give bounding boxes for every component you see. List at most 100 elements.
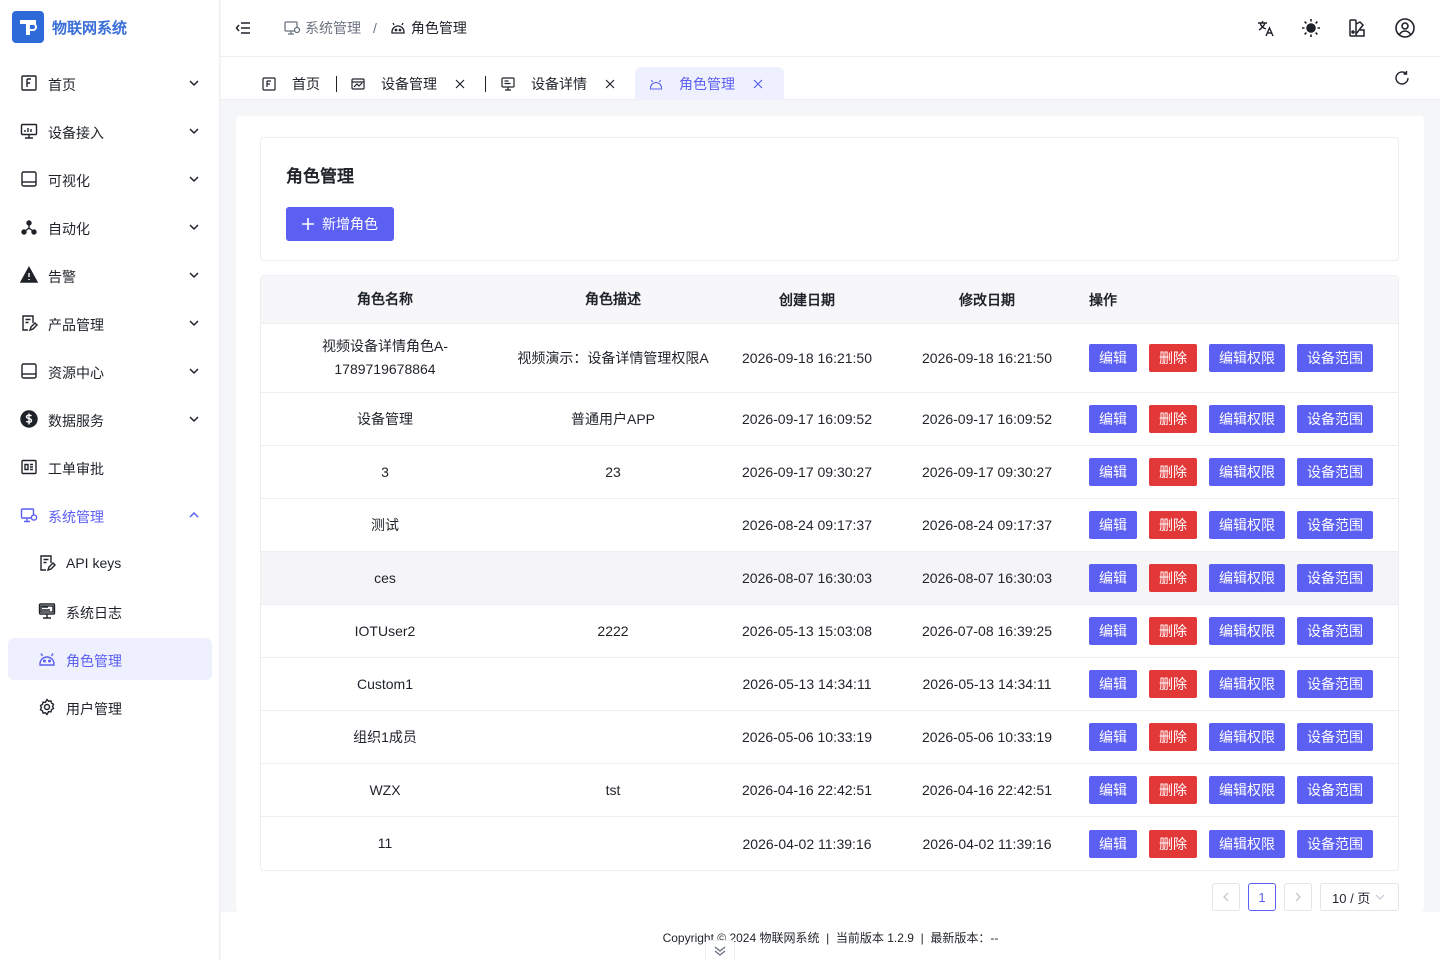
tab-device-detail[interactable]: 设备详情	[501, 67, 615, 100]
edit-button[interactable]: 编辑	[1089, 776, 1137, 804]
edit-button[interactable]: 编辑	[1089, 829, 1137, 858]
column-header[interactable]: 创建日期	[717, 290, 897, 310]
document-edit-icon	[20, 314, 38, 332]
device-scope-button[interactable]: 设备范围	[1297, 564, 1373, 592]
edit-button[interactable]: 编辑	[1089, 617, 1137, 645]
device-scope-button[interactable]: 设备范围	[1297, 458, 1373, 486]
sidebar-subitem-1[interactable]: 系统日志	[8, 590, 212, 632]
delete-button[interactable]: 删除	[1149, 344, 1197, 372]
device-scope-button[interactable]: 设备范围	[1297, 344, 1373, 372]
created-date-cell: 2026-05-13 14:34:11	[742, 676, 872, 692]
sidebar-item-0[interactable]: 首页	[8, 62, 212, 104]
edit-button[interactable]: 编辑	[1089, 564, 1137, 592]
device-scope-button[interactable]: 设备范围	[1297, 511, 1373, 539]
device-scope-button[interactable]: 设备范围	[1297, 829, 1373, 858]
edit-button[interactable]: 编辑	[1089, 405, 1137, 433]
add-role-button[interactable]: 新增角色	[286, 207, 394, 241]
column-header[interactable]: 角色描述	[509, 288, 717, 311]
sidebar-item-7[interactable]: 数据服务	[8, 398, 212, 440]
device-scope-button[interactable]: 设备范围	[1297, 670, 1373, 698]
image-icon	[351, 77, 365, 90]
edit-button[interactable]: 编辑	[1089, 670, 1137, 698]
close-icon[interactable]	[455, 79, 465, 89]
sidebar-item-label: 可视化	[48, 173, 90, 189]
modified-date-cell: 2026-09-18 16:21:50	[922, 350, 1052, 366]
translate-icon[interactable]	[1255, 17, 1277, 39]
edit-permissions-button[interactable]: 编辑权限	[1209, 723, 1285, 751]
page-number-button[interactable]: 1	[1248, 883, 1276, 911]
role-name-cell: 11	[377, 835, 393, 851]
edit-permissions-button[interactable]: 编辑权限	[1209, 511, 1285, 539]
sidebar-item-9[interactable]: 系统管理	[8, 494, 212, 536]
sidebar-item-5[interactable]: 产品管理	[8, 302, 212, 344]
logo[interactable]: 物联网系统	[12, 11, 127, 43]
collapse-sidebar-icon[interactable]	[235, 20, 251, 36]
sidebar-item-2[interactable]: 可视化	[8, 158, 212, 200]
device-scope-button[interactable]: 设备范围	[1297, 723, 1373, 751]
device-scope-button[interactable]: 设备范围	[1297, 617, 1373, 645]
device-scope-button[interactable]: 设备范围	[1297, 776, 1373, 804]
chevron-down-icon	[188, 77, 200, 89]
close-icon[interactable]	[605, 79, 615, 89]
page-size-select[interactable]: 10 / 页	[1320, 883, 1399, 911]
delete-button[interactable]: 删除	[1149, 617, 1197, 645]
sidebar-item-8[interactable]: 工单审批	[8, 446, 212, 488]
edit-button[interactable]: 编辑	[1089, 723, 1137, 751]
refresh-icon[interactable]	[1394, 70, 1410, 86]
edit-button[interactable]: 编辑	[1089, 344, 1137, 372]
edit-permissions-button[interactable]: 编辑权限	[1209, 344, 1285, 372]
delete-button[interactable]: 删除	[1149, 829, 1197, 858]
breadcrumb-item-system[interactable]: 系统管理	[283, 18, 361, 38]
delete-button[interactable]: 删除	[1149, 723, 1197, 751]
sidebar-subitem-0[interactable]: API keys	[8, 542, 212, 584]
column-header[interactable]: 修改日期	[897, 290, 1077, 310]
delete-button[interactable]: 删除	[1149, 511, 1197, 539]
prev-page-button[interactable]	[1212, 883, 1240, 911]
delete-button[interactable]: 删除	[1149, 776, 1197, 804]
chevron-down-icon	[188, 125, 200, 137]
edit-permissions-button[interactable]: 编辑权限	[1209, 670, 1285, 698]
main-content: 角色管理 新增角色 角色名称 角色描述 创建日期 修改日期 操作 视频设备详情角…	[236, 116, 1424, 912]
edit-permissions-button[interactable]: 编辑权限	[1209, 617, 1285, 645]
next-page-button[interactable]	[1284, 883, 1312, 911]
tab-device-management[interactable]: 设备管理	[351, 67, 465, 100]
sidebar-subitem-3[interactable]: 用户管理	[8, 686, 212, 728]
column-header: 操作	[1089, 291, 1117, 308]
sidebar-subitem-2[interactable]: 角色管理	[8, 638, 212, 680]
delete-button[interactable]: 删除	[1149, 670, 1197, 698]
edit-button[interactable]: 编辑	[1089, 511, 1137, 539]
user-avatar-icon[interactable]	[1394, 17, 1416, 39]
delete-button[interactable]: 删除	[1149, 564, 1197, 592]
chevron-down-icon	[188, 269, 200, 281]
edit-permissions-button[interactable]: 编辑权限	[1209, 776, 1285, 804]
delete-button[interactable]: 删除	[1149, 405, 1197, 433]
role-name-cell: 3	[381, 463, 389, 480]
tab-role-management[interactable]: 角色管理	[635, 67, 784, 100]
theme-sun-icon[interactable]	[1300, 17, 1322, 39]
device-scope-button[interactable]: 设备范围	[1297, 405, 1373, 433]
palette-icon[interactable]	[1346, 17, 1368, 39]
edit-permissions-button[interactable]: 编辑权限	[1209, 458, 1285, 486]
created-date-cell: 2026-09-17 16:09:52	[742, 411, 872, 427]
sidebar-item-label: 资源中心	[48, 365, 104, 381]
close-icon[interactable]	[753, 79, 763, 89]
sidebar-item-3[interactable]: 自动化	[8, 206, 212, 248]
app-title: 物联网系统	[52, 19, 128, 37]
table-row: 11 2026-04-02 11:39:16 2026-04-02 11:39:16…	[261, 817, 1398, 870]
logo-icon	[12, 11, 44, 43]
edit-permissions-button[interactable]: 编辑权限	[1209, 564, 1285, 592]
sidebar-item-6[interactable]: 资源中心	[8, 350, 212, 392]
delete-button[interactable]: 删除	[1149, 458, 1197, 486]
edit-permissions-button[interactable]: 编辑权限	[1209, 829, 1285, 858]
document-edit-icon	[38, 554, 56, 572]
edit-permissions-button[interactable]: 编辑权限	[1209, 405, 1285, 433]
footer-toggle[interactable]	[705, 940, 735, 960]
sidebar-item-1[interactable]: 设备接入	[8, 110, 212, 152]
sidebar-item-label: 自动化	[48, 221, 90, 237]
table-row: IOTUser2 2222 2026-05-13 15:03:08 2026-07-0…	[261, 605, 1398, 658]
created-date-cell: 2026-09-18 16:21:50	[742, 350, 872, 366]
sidebar-item-4[interactable]: 告警	[8, 254, 212, 296]
edit-button[interactable]: 编辑	[1089, 458, 1137, 486]
tab-home[interactable]: 首页	[262, 67, 320, 100]
column-header[interactable]: 角色名称	[261, 288, 509, 311]
